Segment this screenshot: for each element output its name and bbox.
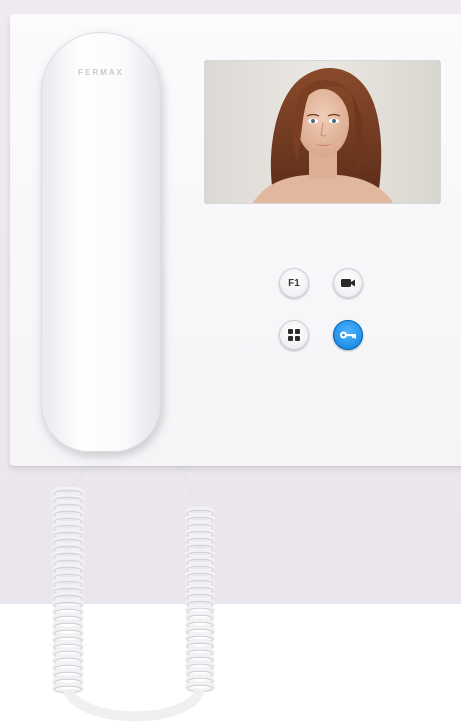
grid-icon [288, 329, 300, 341]
cord-coil [185, 681, 215, 693]
cord-bottom-loop [63, 687, 205, 722]
video-screen [205, 61, 440, 203]
menu-grid-button[interactable] [279, 320, 309, 350]
f1-button[interactable]: F1 [279, 268, 309, 298]
key-icon [340, 331, 356, 339]
portrait-image [205, 61, 440, 203]
f1-label: F1 [288, 277, 300, 289]
video-camera-icon [341, 279, 355, 287]
handset[interactable]: FERMAX [41, 32, 161, 452]
brand-logo: FERMAX [78, 68, 124, 77]
door-open-button[interactable] [333, 320, 363, 350]
video-camera-button[interactable] [333, 268, 363, 298]
